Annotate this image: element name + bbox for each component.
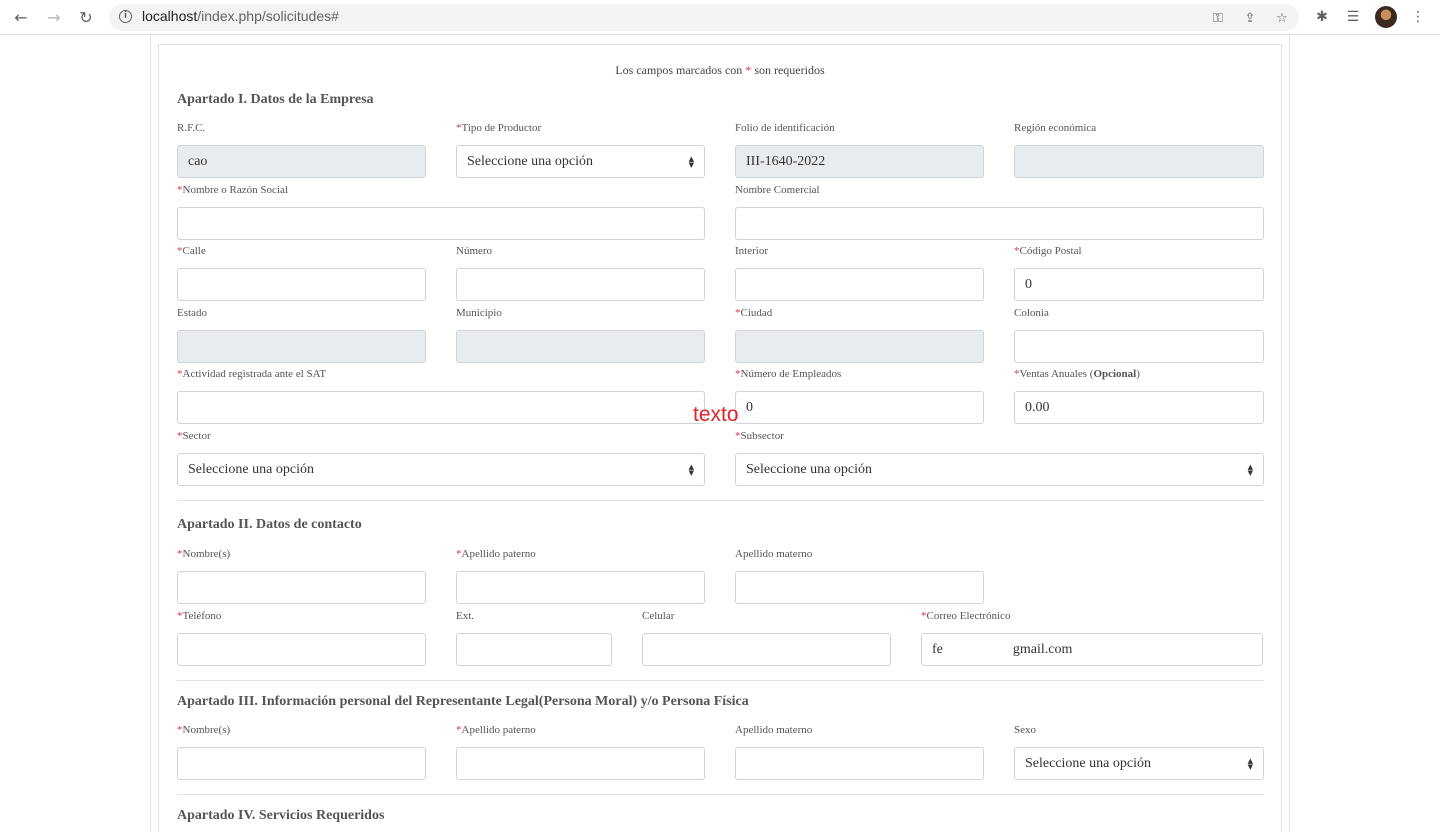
section-divider [177, 794, 1264, 795]
profile-avatar[interactable] [1375, 6, 1397, 28]
rfc-label: R.F.C. [177, 122, 206, 134]
sexo-select[interactable]: Seleccione una opción ▲ ▼ [1014, 747, 1264, 780]
forward-icon[interactable]: → [43, 6, 65, 28]
empleados-input[interactable]: 0 [735, 391, 984, 424]
interior-input[interactable] [735, 268, 984, 301]
region-label: Región económica [1014, 122, 1097, 134]
razon-social-label: *Nombre o Razón Social [177, 184, 288, 196]
telefono-input[interactable] [177, 633, 426, 666]
select-caret-icon: ▲ ▼ [1247, 756, 1253, 771]
rfc-input[interactable]: cao [177, 145, 426, 178]
section-4-title: Apartado IV. Servicios Requeridos [177, 808, 385, 823]
reading-list-icon[interactable]: ☰ [1343, 7, 1363, 27]
key-icon[interactable]: ⚿ [1208, 8, 1228, 28]
representante-materno-input[interactable] [735, 747, 984, 780]
ext-label: Ext. [456, 610, 475, 622]
numero-label: Número [456, 245, 493, 257]
share-icon[interactable]: ⇪ [1240, 8, 1260, 28]
section-2-title: Apartado II. Datos de contacto [177, 517, 362, 532]
section-divider [177, 680, 1264, 681]
telefono-label: *Teléfono [177, 610, 222, 622]
reload-icon[interactable]: ↻ [75, 6, 97, 28]
address-bar[interactable]: i localhost/index.php/solicitudes# ⚿ ⇪ ☆ [109, 4, 1299, 31]
celular-input[interactable] [642, 633, 891, 666]
site-info-icon[interactable]: i [119, 10, 132, 23]
section-divider [177, 500, 1264, 501]
representante-nombres-input[interactable] [177, 747, 426, 780]
subsector-label: *Subsector [735, 430, 784, 442]
calle-input[interactable] [177, 268, 426, 301]
back-icon[interactable]: ← [10, 6, 32, 28]
calle-label: *Calle [177, 245, 206, 257]
tipo-productor-label: *Tipo de Productor [456, 122, 542, 134]
required-note: Los campos marcados con * son requeridos [615, 63, 825, 77]
razon-social-input[interactable] [177, 207, 705, 240]
select-caret-icon: ▲ ▼ [688, 462, 694, 477]
nombre-comercial-label: Nombre Comercial [735, 184, 820, 196]
tipo-productor-select[interactable]: Seleccione una opción ▲ ▼ [456, 145, 705, 178]
interior-label: Interior [735, 245, 768, 257]
url-text[interactable]: localhost/index.php/solicitudes# [142, 8, 339, 24]
colonia-label: Colonia [1014, 307, 1049, 319]
ciudad-input[interactable] [735, 330, 984, 363]
correo-input[interactable]: fe gmail.com [921, 633, 1263, 666]
empleados-label: *Número de Empleados [735, 368, 842, 380]
estado-input[interactable] [177, 330, 426, 363]
representante-nombres-label: *Nombre(s) [177, 724, 231, 736]
municipio-input[interactable] [456, 330, 705, 363]
select-caret-icon: ▲ ▼ [1247, 462, 1253, 477]
menu-icon[interactable]: ⋮ [1408, 7, 1428, 27]
estado-label: Estado [177, 307, 207, 319]
folio-input[interactable]: III-1640-2022 [735, 145, 984, 178]
subsector-select[interactable]: Seleccione una opción ▲ ▼ [735, 453, 1264, 486]
overlay-text: texto [693, 403, 739, 426]
region-input[interactable] [1014, 145, 1264, 178]
sector-select[interactable]: Seleccione una opción ▲ ▼ [177, 453, 705, 486]
ext-input[interactable] [456, 633, 612, 666]
contacto-paterno-input[interactable] [456, 571, 705, 604]
municipio-label: Municipio [456, 307, 502, 319]
contacto-nombres-input[interactable] [177, 571, 426, 604]
redacted-mask [942, 642, 1013, 657]
select-caret-icon: ▲ ▼ [688, 154, 694, 169]
contacto-materno-input[interactable] [735, 571, 984, 604]
celular-label: Celular [642, 610, 675, 622]
representante-paterno-input[interactable] [456, 747, 705, 780]
representante-paterno-label: *Apellido paterno [456, 724, 536, 736]
actividad-sat-input[interactable] [177, 391, 705, 424]
contacto-nombres-label: *Nombre(s) [177, 548, 231, 560]
sector-label: *Sector [177, 430, 211, 442]
section-1-title: Apartado I. Datos de la Empresa [177, 92, 374, 107]
codigo-postal-input[interactable]: 0 [1014, 268, 1264, 301]
ciudad-label: *Ciudad [735, 307, 773, 319]
representante-materno-label: Apellido materno [735, 724, 813, 736]
codigo-postal-label: *Código Postal [1014, 245, 1082, 257]
star-icon[interactable]: ☆ [1272, 8, 1292, 28]
actividad-sat-label: *Actividad registrada ante el SAT [177, 368, 327, 380]
ventas-anuales-label: *Ventas Anuales (Opcional) [1014, 368, 1140, 380]
contacto-paterno-label: *Apellido paterno [456, 548, 536, 560]
colonia-input[interactable] [1014, 330, 1264, 363]
browser-toolbar: ← → ↻ i localhost/index.php/solicitudes#… [0, 0, 1440, 35]
contacto-materno-label: Apellido materno [735, 548, 813, 560]
folio-label: Folio de identificación [735, 122, 835, 134]
sexo-label: Sexo [1014, 724, 1036, 736]
numero-input[interactable] [456, 268, 705, 301]
nombre-comercial-input[interactable] [735, 207, 1264, 240]
extensions-icon[interactable]: ✱ [1312, 7, 1332, 27]
correo-label: *Correo Electrónico [921, 610, 1011, 622]
section-3-title: Apartado III. Información personal del R… [177, 694, 749, 709]
ventas-anuales-input[interactable]: 0.00 [1014, 391, 1264, 424]
